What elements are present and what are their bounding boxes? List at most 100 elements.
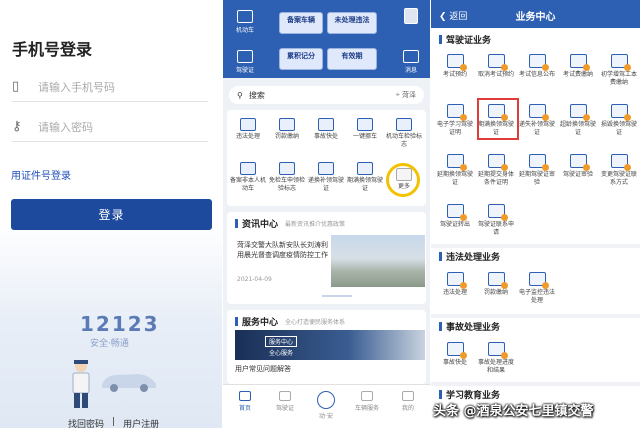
service-item-icon bbox=[610, 54, 631, 71]
tab-center[interactable]: 动·安 bbox=[306, 391, 346, 420]
tab-vehicle[interactable]: 车辆服务 bbox=[347, 391, 387, 412]
grid-item[interactable]: 违法处理 bbox=[229, 118, 267, 141]
service-item[interactable]: 违法处理 bbox=[435, 272, 475, 297]
service-item[interactable]: 变更驾驶证联系方式 bbox=[599, 154, 639, 187]
service-item[interactable]: 罚款缴纳 bbox=[476, 272, 516, 297]
service-item-label: 电子学习驾驶证明 bbox=[436, 121, 473, 136]
service-item[interactable]: 取消考试预约 bbox=[476, 54, 516, 79]
service-item[interactable]: 延期驾驶证审验 bbox=[517, 154, 557, 187]
divider bbox=[431, 382, 640, 386]
service-item-icon bbox=[446, 54, 467, 71]
service-item[interactable]: 递失补领驾驶证 bbox=[517, 104, 557, 137]
service-item[interactable]: 电子监控违法处理 bbox=[517, 272, 557, 305]
service-item-icon bbox=[610, 154, 631, 171]
service-item-icon bbox=[446, 104, 467, 121]
service-item-label: 变更驾驶证联系方式 bbox=[600, 171, 637, 186]
service-item-icon bbox=[569, 104, 590, 121]
service-item-label: 考试预约 bbox=[442, 71, 467, 78]
service-item-icon bbox=[569, 154, 590, 171]
service-item[interactable]: 考试信息公布 bbox=[517, 54, 557, 79]
bottom-links: 找回密码 | 用户注册 bbox=[68, 417, 159, 428]
login-button[interactable]: 登录 bbox=[11, 199, 212, 230]
tab-mine[interactable]: 我的 bbox=[388, 391, 428, 412]
card-points[interactable]: 累积记分 bbox=[279, 48, 323, 70]
car-illustration-icon bbox=[102, 374, 156, 392]
service-item-label: 取消考试预约 bbox=[477, 71, 514, 78]
tab-license[interactable]: 驾驶证 bbox=[265, 391, 305, 412]
license-button[interactable]: 驾驶证 bbox=[227, 50, 263, 74]
service-item[interactable]: 初学增驾工本费缴纳 bbox=[599, 54, 639, 87]
messages-button[interactable]: 消息 bbox=[393, 50, 429, 74]
city-label[interactable]: 菏泽 bbox=[402, 90, 416, 100]
grid-item[interactable]: 一键挪车 bbox=[346, 118, 384, 141]
find-password-link[interactable]: 找回密码 bbox=[68, 417, 104, 428]
service-item[interactable]: 事故快处 bbox=[435, 342, 475, 367]
grid-item[interactable]: 递换补领驾驶证 bbox=[307, 162, 345, 193]
cert-login-link[interactable]: 用证件号登录 bbox=[11, 167, 71, 182]
service-item-icon bbox=[446, 204, 467, 221]
service-item-label: 初学增驾工本费缴纳 bbox=[600, 71, 637, 86]
service-item-icon bbox=[446, 342, 467, 359]
news-photo[interactable] bbox=[331, 235, 425, 287]
phone-placeholder: 请输入手机号码 bbox=[38, 80, 115, 94]
divider bbox=[431, 244, 640, 248]
grid-item[interactable]: 免检车申领检验标志 bbox=[268, 162, 306, 193]
watermark: 头条 @酒泉公安七里镇交警 bbox=[433, 404, 594, 419]
service-item-label: 考试费缴纳 bbox=[562, 71, 593, 78]
link-separator: | bbox=[112, 417, 116, 427]
service-subtitle: 全心打造便民服务体系 bbox=[285, 319, 346, 326]
service-tag: 服务中心 bbox=[265, 336, 298, 347]
service-item-icon bbox=[446, 154, 467, 171]
service-banner[interactable]: 服务中心 全心服务 bbox=[235, 330, 425, 360]
search-placeholder: 搜索 bbox=[248, 90, 265, 100]
vehicle-button[interactable]: 机动车 bbox=[227, 10, 263, 34]
inspection-icon bbox=[396, 118, 412, 131]
grid-item[interactable]: 事故快处 bbox=[307, 118, 345, 141]
service-text[interactable]: 用户常见问题解答 bbox=[235, 364, 291, 374]
service-item-label: 延期驾驶证审验 bbox=[518, 171, 555, 186]
phone-icon: ▯ bbox=[12, 79, 20, 94]
search-bar[interactable]: ⚲ 搜索 ⌖ 菏泽 bbox=[229, 86, 424, 104]
grid-item[interactable]: 罚款缴纳 bbox=[268, 118, 306, 141]
service-item[interactable]: 延期换领驾驶证 bbox=[435, 154, 475, 187]
phone-field[interactable]: ▯ 请输入手机号码 bbox=[12, 72, 208, 102]
card-violations[interactable]: 未处理违法 bbox=[327, 12, 377, 34]
password-field[interactable]: ⚷ 请输入密码 bbox=[12, 112, 208, 142]
avatar[interactable] bbox=[393, 8, 429, 26]
service-item[interactable]: 驾驶证转出 bbox=[435, 204, 475, 229]
card-validity[interactable]: 有效期 bbox=[327, 48, 377, 70]
service-item[interactable]: 考试预约 bbox=[435, 54, 475, 79]
home-icon bbox=[239, 391, 251, 401]
register-car-icon bbox=[240, 162, 256, 175]
grid-item[interactable]: 期满换领驾驶证 bbox=[346, 162, 384, 193]
section-accident: 事故处理业务 bbox=[439, 320, 500, 333]
card-vehicles[interactable]: 备案车辆 bbox=[279, 12, 323, 34]
messages-label: 消息 bbox=[404, 67, 417, 74]
service-item[interactable]: 考试费缴纳 bbox=[558, 54, 598, 79]
service-item[interactable]: 事故处理进度和结果 bbox=[476, 342, 516, 375]
news-section: 资讯中心 最新资讯推介优惠政策 菏泽交警大队新安队长刘涛利用晨光督查调度疫情防控… bbox=[227, 212, 426, 304]
register-link[interactable]: 用户注册 bbox=[123, 417, 159, 428]
move-car-icon bbox=[357, 118, 373, 131]
service-item-label: 事故处理进度和结果 bbox=[477, 359, 514, 374]
service-item-icon bbox=[487, 154, 508, 171]
business-title: 业务中心 bbox=[515, 12, 556, 23]
home-header: 机动车 驾驶证 备案车辆 未处理违法 累积记分 有效期 消息 bbox=[223, 0, 430, 78]
news-item[interactable]: 菏泽交警大队新安队长刘涛利用晨光督查调度疫情防控工作 bbox=[237, 240, 329, 260]
violation-icon bbox=[240, 118, 256, 131]
tab-bar: 首页 驾驶证 动·安 车辆服务 我的 bbox=[223, 384, 430, 428]
highlight-box bbox=[477, 98, 519, 140]
login-panel: 手机号登录 ▯ 请输入手机号码 ⚷ 请输入密码 用证件号登录 登录 12123 … bbox=[0, 0, 222, 428]
service-item-icon bbox=[446, 272, 467, 289]
service-item[interactable]: 损毁换领驾驶证 bbox=[599, 104, 639, 137]
service-item[interactable]: 驾驶证联系申请 bbox=[476, 204, 516, 237]
service-item[interactable]: 延期提交身体条件证明 bbox=[476, 154, 516, 187]
service-item[interactable]: 超龄换领驾驶证 bbox=[558, 104, 598, 137]
service-item-icon bbox=[487, 272, 508, 289]
tab-home[interactable]: 首页 bbox=[225, 391, 265, 412]
service-item-icon bbox=[487, 54, 508, 71]
grid-item[interactable]: 备案非本人机动车 bbox=[229, 162, 267, 193]
service-item[interactable]: 驾驶证审验 bbox=[558, 154, 598, 179]
service-item[interactable]: 电子学习驾驶证明 bbox=[435, 104, 475, 137]
grid-item[interactable]: 机动车检验标志 bbox=[385, 118, 423, 149]
